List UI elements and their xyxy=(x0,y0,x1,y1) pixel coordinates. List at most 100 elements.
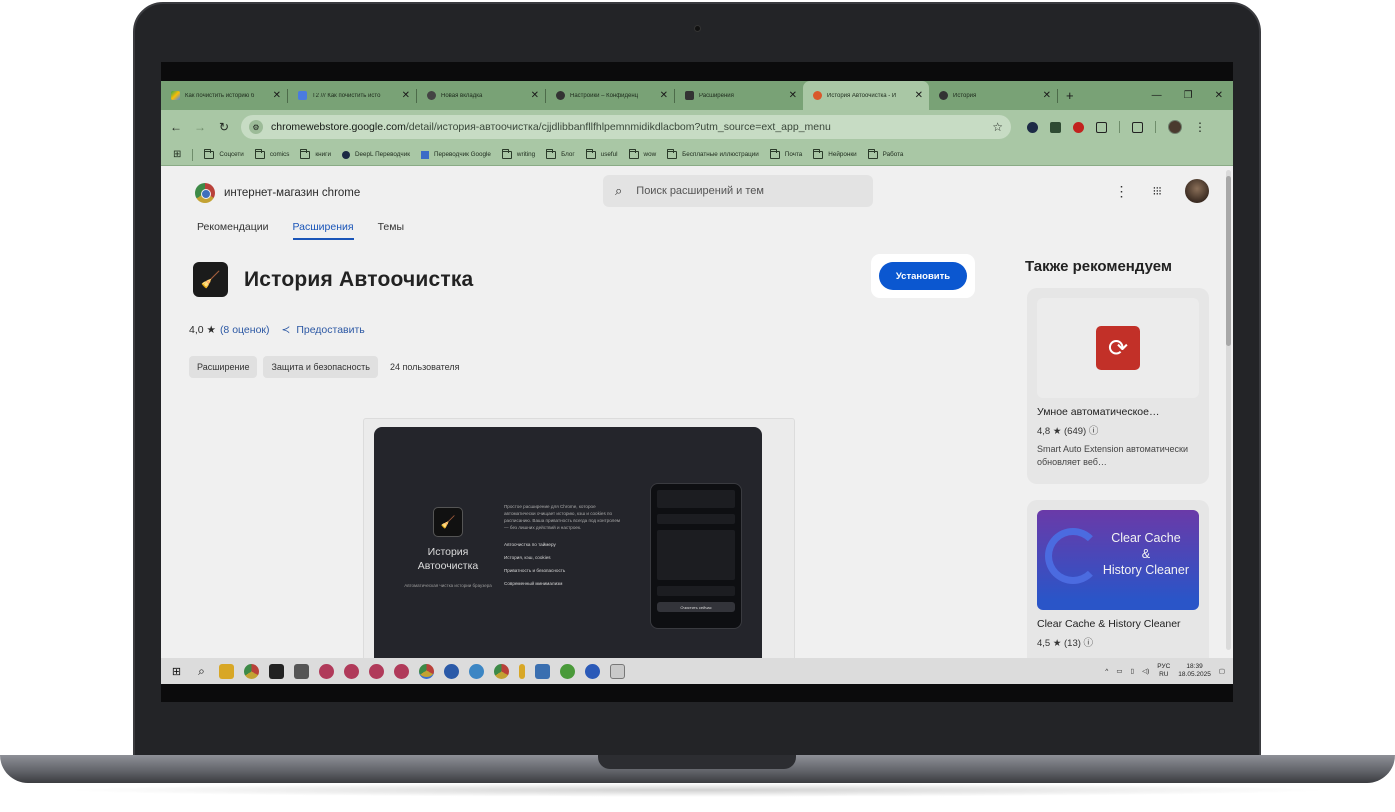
language-indicator[interactable]: РУС RU xyxy=(1157,663,1170,679)
recommendation-card[interactable]: Clear Cache & History Cleaner Clear Cach… xyxy=(1027,500,1209,658)
puzzle-icon[interactable] xyxy=(1096,121,1107,133)
app-icon[interactable] xyxy=(535,663,550,679)
site-info-icon[interactable]: ⚙ xyxy=(249,120,263,134)
tab-5[interactable]: Расширения ✕ xyxy=(675,81,803,110)
close-icon[interactable]: ✕ xyxy=(273,90,281,101)
preview-feature: История, кэш, cookies xyxy=(504,555,551,560)
close-window-icon[interactable]: ✕ xyxy=(1215,90,1223,101)
bookmark-folder[interactable]: Нейронки xyxy=(813,148,857,159)
close-icon[interactable]: ✕ xyxy=(660,90,668,101)
browser-menu-icon[interactable]: ⋮ xyxy=(1194,120,1206,134)
recommendation-card[interactable]: ⟳ Умное автоматическое… 4,8 ★ (649) ⓘ Sm… xyxy=(1027,288,1209,484)
minimize-icon[interactable]: — xyxy=(1152,90,1162,101)
rating-count: (13) ⓘ xyxy=(1064,638,1094,649)
tab-2[interactable]: T2 /// Как почистить исто ✕ xyxy=(288,81,416,110)
reading-list-icon[interactable] xyxy=(1132,121,1143,133)
account-avatar[interactable] xyxy=(1185,179,1209,203)
bookmark-folder[interactable]: wow xyxy=(628,148,656,159)
tray-expand-icon[interactable]: ^ xyxy=(1105,668,1108,675)
reviews-link[interactable]: (8 оценок) xyxy=(220,324,270,336)
bookmark-folder[interactable]: Соцсети xyxy=(204,148,244,159)
history-icon xyxy=(939,91,948,100)
preview-description-text: Простое расширение для Chrome, которое а… xyxy=(504,504,621,530)
opera-icon[interactable] xyxy=(344,663,359,679)
chrome-icon[interactable] xyxy=(419,663,434,679)
extension-icon[interactable] xyxy=(1027,121,1038,133)
bookmark-folder[interactable]: Работа xyxy=(867,148,903,159)
bookmark-folder[interactable]: Блог xyxy=(546,148,575,159)
bookmark-star-icon[interactable]: ☆ xyxy=(992,120,1003,134)
opera-icon[interactable] xyxy=(394,663,409,679)
bookmark-label: writing xyxy=(516,151,536,158)
restore-icon[interactable]: ❐ xyxy=(1184,90,1193,101)
tab-4[interactable]: Настройки – Конфиденц ✕ xyxy=(546,81,674,110)
profile-avatar[interactable] xyxy=(1168,120,1182,134)
store-header[interactable]: интернет-магазин chrome xyxy=(195,183,360,203)
reload-icon[interactable]: ↻ xyxy=(217,120,231,134)
bookmark-folder[interactable]: Почта xyxy=(769,148,802,159)
bookmark-link[interactable]: DeepL Переводчик xyxy=(342,150,410,159)
tab-7[interactable]: История ✕ xyxy=(929,81,1057,110)
close-icon[interactable]: ✕ xyxy=(1043,90,1051,101)
opera-icon[interactable] xyxy=(1073,121,1084,133)
volume-icon[interactable]: ◁) xyxy=(1142,667,1149,675)
google-apps-icon[interactable]: ⁝⁝⁝ xyxy=(1153,184,1163,198)
back-arrow-icon[interactable]: ← xyxy=(169,120,183,134)
app-icon[interactable] xyxy=(269,663,284,679)
bookmark-folder[interactable]: Бесплатные иллюстрации xyxy=(667,148,759,159)
store-search-input[interactable]: ⌕ Поиск расширений и тем xyxy=(603,175,873,207)
page-scrollbar[interactable] xyxy=(1226,170,1231,650)
scrollbar-thumb[interactable] xyxy=(1226,176,1231,346)
notifications-icon[interactable]: ▢ xyxy=(1219,667,1225,675)
tab-3[interactable]: Новая вкладка ✕ xyxy=(417,81,545,110)
apps-grid-icon[interactable]: ⊞ xyxy=(173,149,181,160)
browser-toolbar: ← → ↻ ⚙ chromewebstore.google.com/detail… xyxy=(161,110,1233,144)
app-icon[interactable] xyxy=(444,663,459,679)
extension-icon[interactable] xyxy=(1050,121,1061,133)
network-icon[interactable]: ▭ xyxy=(1116,667,1122,675)
popup-status xyxy=(657,586,735,596)
calculator-icon[interactable] xyxy=(294,663,309,679)
rating-value: 4,0 ★ xyxy=(189,324,216,336)
tab-recommendations[interactable]: Рекомендации xyxy=(197,221,269,233)
clock-time: 18:39 xyxy=(1186,663,1203,670)
app-icon[interactable] xyxy=(519,663,525,679)
opera-icon[interactable] xyxy=(369,663,384,679)
close-icon[interactable]: ✕ xyxy=(402,90,410,101)
tab-6-active[interactable]: История Автоочистка - И ✕ xyxy=(803,81,929,110)
chrome-icon[interactable] xyxy=(244,663,259,679)
clock[interactable]: 18:39 18.05.2025 xyxy=(1178,663,1211,679)
chip-category[interactable]: Защита и безопасность xyxy=(263,356,378,378)
file-explorer-icon[interactable] xyxy=(219,663,234,679)
vpn-icon[interactable] xyxy=(585,663,600,679)
search-icon[interactable]: ⌕ xyxy=(194,664,209,679)
close-icon[interactable]: ✕ xyxy=(789,90,797,101)
new-tab-button[interactable]: + xyxy=(1058,88,1082,103)
close-icon[interactable]: ✕ xyxy=(915,90,923,101)
telegram-icon[interactable] xyxy=(469,663,484,679)
tab-1[interactable]: Как почистить историю б ✕ xyxy=(161,81,287,110)
snipping-tool-icon[interactable] xyxy=(610,663,625,679)
more-options-icon[interactable]: ⋮ xyxy=(1115,183,1129,200)
utorrent-icon[interactable] xyxy=(560,663,575,679)
tab-title: Настройки – Конфиденц xyxy=(570,92,639,99)
bookmark-folder[interactable]: comics xyxy=(254,148,289,159)
tab-themes[interactable]: Темы xyxy=(378,221,404,233)
tab-extensions[interactable]: Расширения xyxy=(292,221,354,240)
chip-type[interactable]: Расширение xyxy=(189,356,258,378)
opera-icon[interactable] xyxy=(319,663,334,679)
language-code-short: RU xyxy=(1159,671,1169,678)
chrome-icon[interactable] xyxy=(494,663,509,679)
battery-icon[interactable]: ▯ xyxy=(1131,667,1135,675)
windows-start-icon[interactable]: ⊞ xyxy=(169,664,184,679)
install-button[interactable]: Установить xyxy=(879,262,967,290)
bookmark-folder[interactable]: книги xyxy=(300,148,331,159)
bookmark-link[interactable]: Переводчик Google xyxy=(420,150,491,159)
forward-arrow-icon[interactable]: → xyxy=(193,120,207,134)
address-bar[interactable]: ⚙ chromewebstore.google.com/detail/истор… xyxy=(241,115,1011,139)
close-icon[interactable]: ✕ xyxy=(531,90,539,101)
bookmark-folder[interactable]: useful xyxy=(585,148,618,159)
bookmark-label: DeepL Переводчик xyxy=(355,151,410,158)
share-button[interactable]: ≺ Предоставить xyxy=(282,324,365,336)
bookmark-folder[interactable]: writing xyxy=(501,148,536,159)
